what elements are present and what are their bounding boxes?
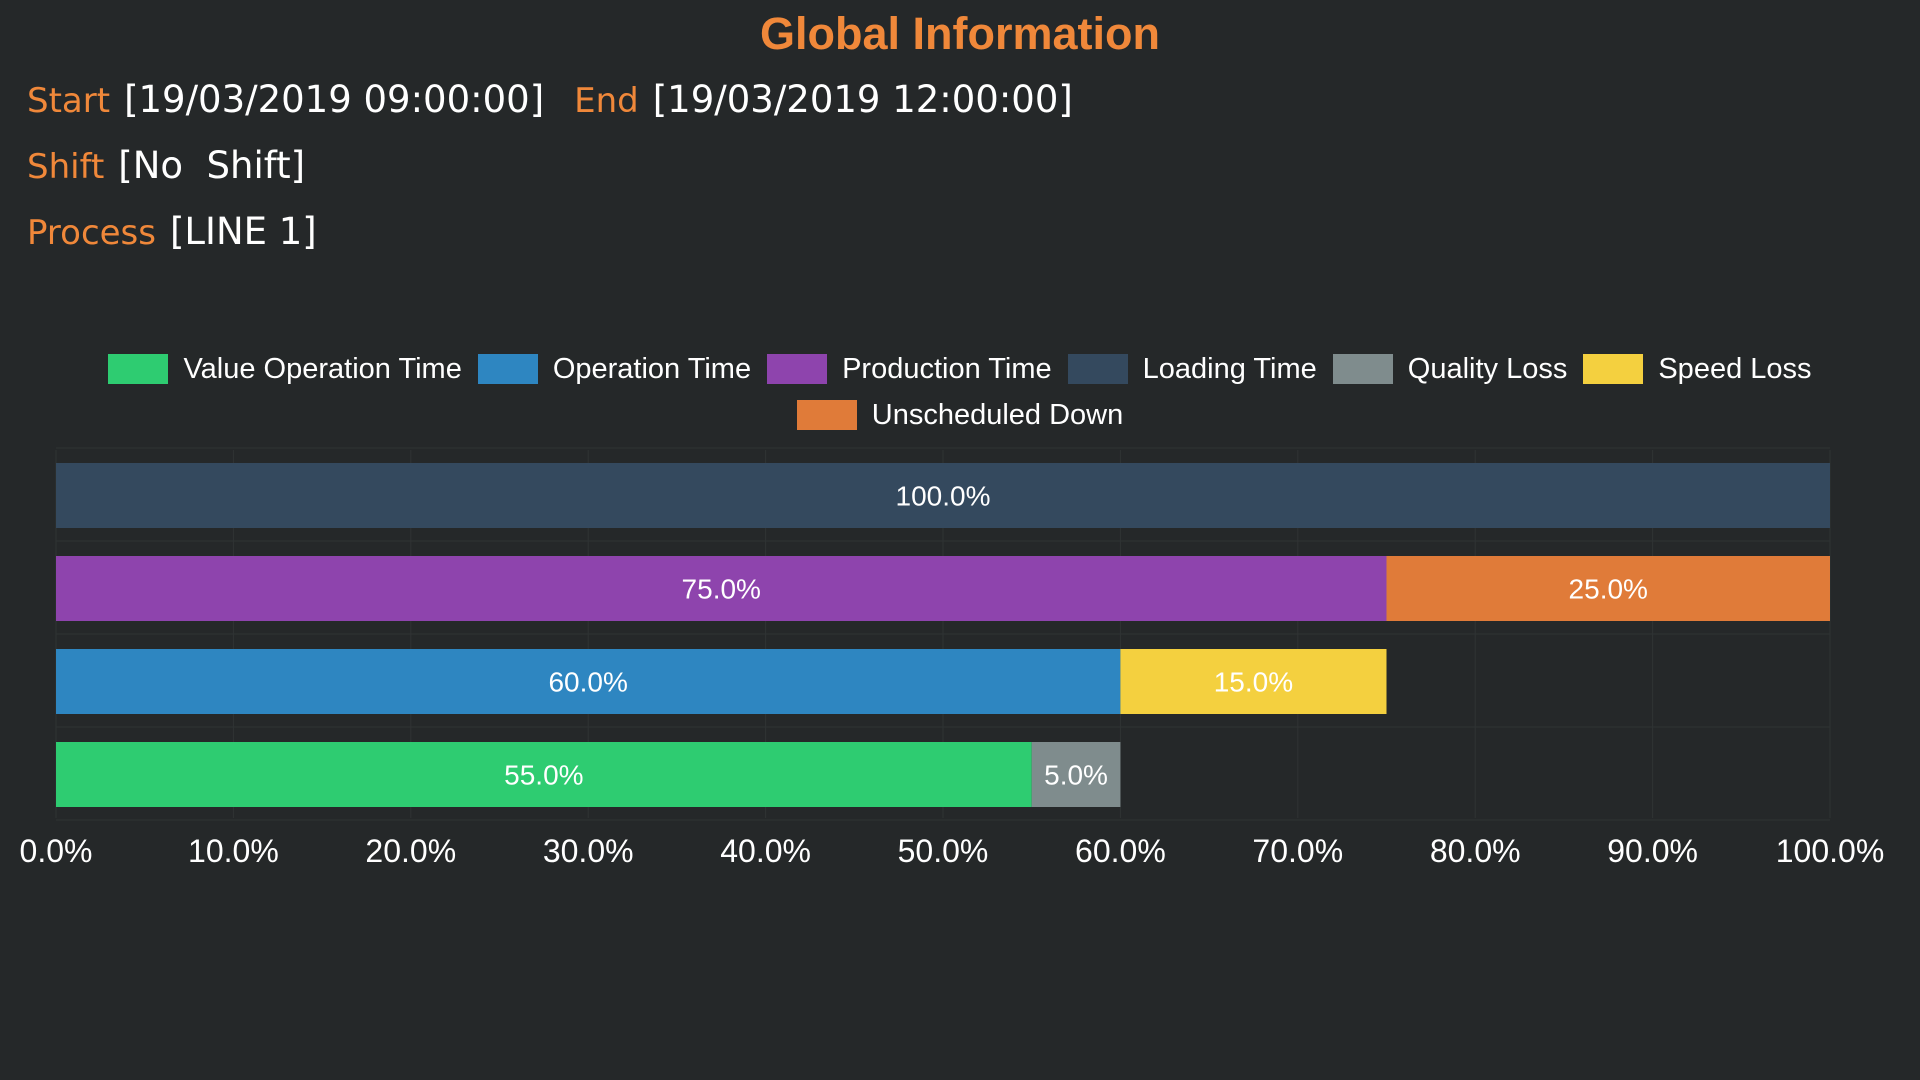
- bar-data-label: 25.0%: [1569, 574, 1648, 605]
- legend-label: Speed Loss: [1658, 352, 1812, 385]
- x-tick-label: 80.0%: [1430, 833, 1521, 869]
- legend-label: Quality Loss: [1407, 352, 1568, 385]
- start-value: [19/03/2019 09:00:00]: [124, 78, 545, 121]
- legend-label: Operation Time: [552, 352, 752, 385]
- legend-item[interactable]: Quality Loss: [1332, 352, 1568, 386]
- legend-item[interactable]: Operation Time: [477, 352, 752, 386]
- legend-swatch: [1332, 354, 1393, 384]
- shift-value: [No Shift]: [118, 144, 306, 187]
- legend-label: Value Operation Time: [183, 352, 462, 385]
- x-tick-label: 0.0%: [20, 833, 93, 869]
- shift-row: Shift [No Shift]: [27, 144, 335, 187]
- bar-data-label: 60.0%: [548, 667, 627, 698]
- bar-data-label: 75.0%: [682, 574, 761, 605]
- x-tick-label: 60.0%: [1075, 833, 1166, 869]
- global-information-page: Global Information Start [19/03/2019 09:…: [0, 0, 1920, 1080]
- legend-swatch: [767, 354, 828, 384]
- time-range-row: Start [19/03/2019 09:00:00] End [19/03/2…: [27, 78, 1103, 121]
- legend-label: Production Time: [842, 352, 1052, 385]
- legend-swatch: [108, 354, 169, 384]
- legend-item[interactable]: Production Time: [767, 352, 1052, 386]
- process-value: [LINE 1]: [169, 210, 317, 253]
- x-tick-label: 100.0%: [1776, 833, 1885, 869]
- bar-data-label: 55.0%: [504, 760, 583, 791]
- legend-item[interactable]: Loading Time: [1067, 352, 1317, 386]
- bar-data-label: 100.0%: [896, 481, 991, 512]
- page-title: Global Information: [760, 8, 1160, 59]
- x-tick-label: 10.0%: [188, 833, 279, 869]
- x-tick-label: 70.0%: [1252, 833, 1343, 869]
- x-tick-label: 90.0%: [1607, 833, 1698, 869]
- shift-label: Shift: [27, 147, 105, 187]
- process-row: Process [LINE 1]: [27, 210, 347, 253]
- legend-item[interactable]: Value Operation Time: [108, 352, 462, 386]
- legend-item[interactable]: Speed Loss: [1583, 352, 1812, 386]
- x-tick-label: 50.0%: [898, 833, 989, 869]
- x-tick-label: 30.0%: [543, 833, 634, 869]
- x-tick-label: 20.0%: [365, 833, 456, 869]
- legend-swatch: [477, 354, 538, 384]
- legend-swatch: [1067, 354, 1128, 384]
- stacked-bar-chart: 100.0% 75.0% 25.0% 60.0% 15.0% 55.0% 5.0% 0.0% 1…: [20, 447, 1885, 869]
- x-tick-label: 40.0%: [720, 833, 811, 869]
- bar-data-label: 15.0%: [1214, 667, 1293, 698]
- end-value: [19/03/2019 12:00:00]: [652, 78, 1073, 121]
- legend-swatch: [1583, 354, 1644, 384]
- legend-label: Loading Time: [1142, 352, 1317, 385]
- bar-data-label: 5.0%: [1044, 760, 1108, 791]
- start-label: Start: [27, 81, 111, 121]
- process-label: Process: [27, 213, 156, 253]
- end-label: End: [574, 81, 639, 121]
